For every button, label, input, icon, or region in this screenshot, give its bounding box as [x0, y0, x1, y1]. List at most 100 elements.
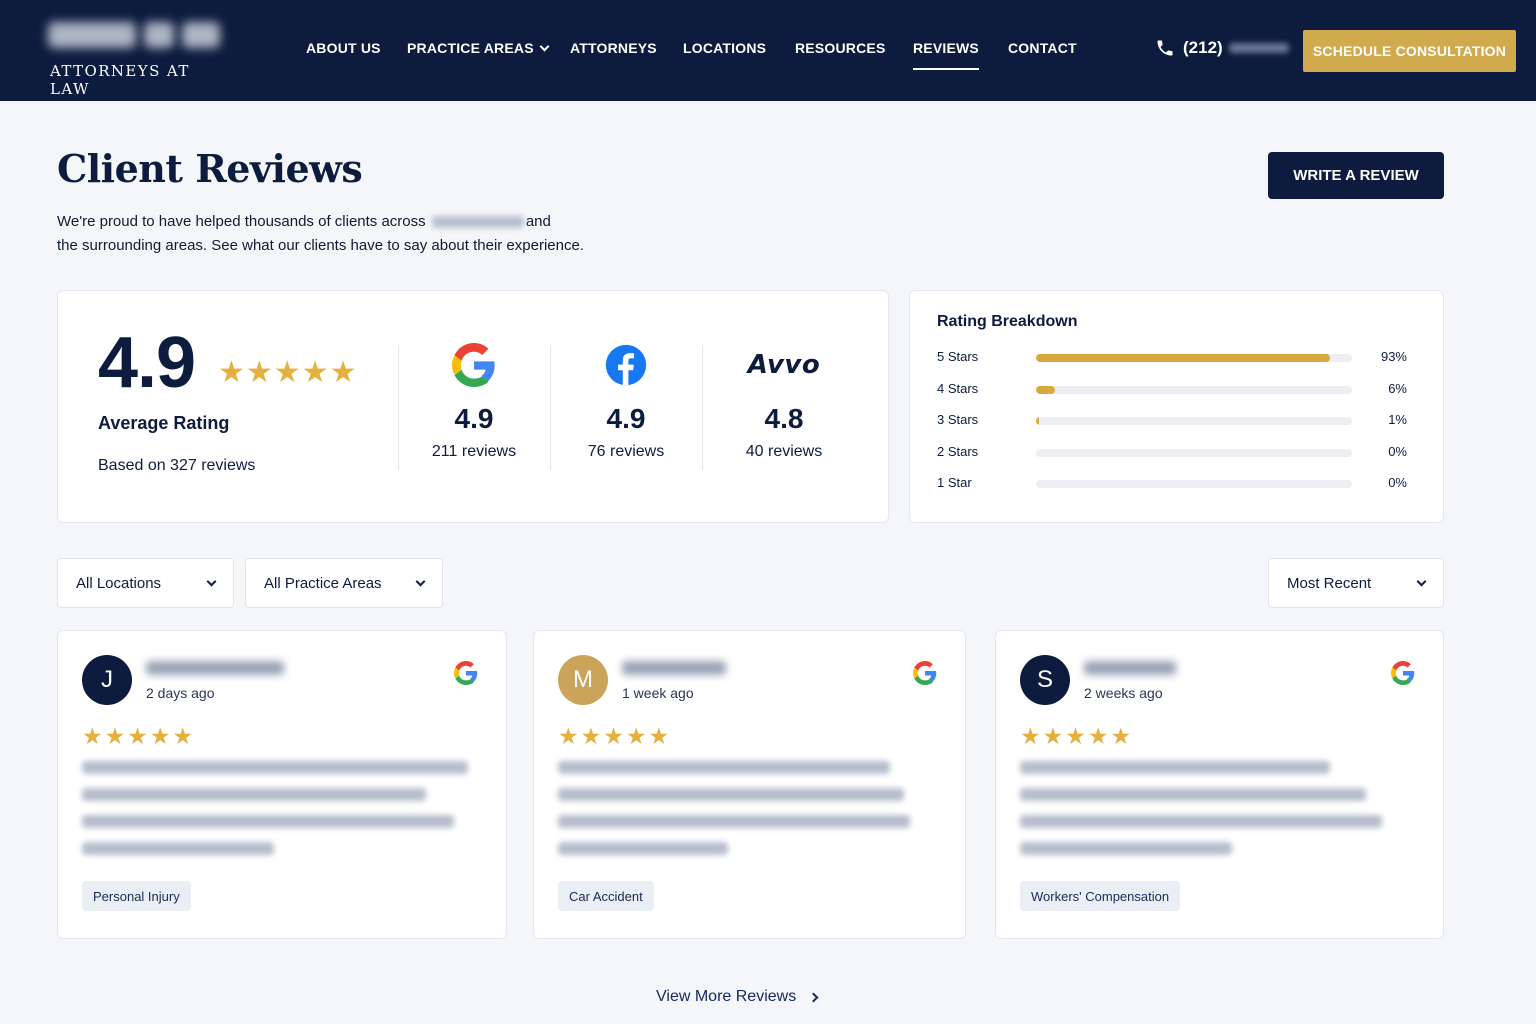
breakdown-bar-fill: [1036, 385, 1055, 394]
review-card[interactable]: J 2 days ago ★★★★★ Personal Injury: [57, 630, 507, 939]
platform-facebook[interactable]: 4.9 76 reviews: [550, 341, 702, 461]
google-logo-icon: [452, 343, 495, 387]
breakdown-label: 2 Stars: [937, 443, 979, 459]
firm-logo[interactable]: ATTORNEYS AT LAW: [44, 18, 234, 98]
nav-contact[interactable]: CONTACT: [1008, 40, 1077, 56]
chevron-down-icon: [206, 576, 217, 587]
divider: [702, 345, 703, 470]
review-text-redacted: [1020, 761, 1382, 869]
location-redacted: [431, 216, 524, 229]
review-stars: ★★★★★: [82, 723, 196, 749]
breakdown-label: 5 Stars: [937, 349, 979, 364]
google-review-count: 211 reviews: [431, 443, 517, 460]
breakdown-title: Rating Breakdown: [937, 313, 1078, 330]
practice-area-tag[interactable]: Workers' Compensation: [1020, 881, 1181, 911]
nav-attorneys[interactable]: ATTORNEYS: [570, 40, 657, 56]
google-source-icon: [1391, 661, 1415, 685]
reviewer-avatar: S: [1020, 655, 1070, 705]
page-title: Client Reviews: [57, 146, 363, 191]
nav-locations[interactable]: LOCATIONS: [683, 40, 766, 56]
site-header: ATTORNEYS AT LAW ABOUT US PRACTICE AREAS…: [0, 0, 1536, 101]
nav-practice-areas[interactable]: PRACTICE AREAS: [407, 40, 550, 56]
logo-tagline: ATTORNEYS AT LAW: [50, 62, 190, 98]
google-rating: 4.9: [454, 403, 494, 434]
google-source-icon: [913, 661, 937, 685]
breakdown-row: 4 Stars 6%: [937, 381, 1407, 399]
reviewer-avatar: J: [82, 655, 132, 705]
total-review-count: Based on 327 reviews: [98, 457, 256, 474]
google-source-icon: [454, 661, 478, 685]
review-text-redacted: [558, 761, 910, 869]
breakdown-bar-track: [1036, 480, 1352, 488]
breakdown-bar-track: [1036, 417, 1352, 425]
reviewer-name-redacted: [1084, 661, 1176, 675]
reviewer-name-redacted: [622, 661, 726, 675]
review-stars: ★★★★★: [1020, 723, 1134, 749]
phone-icon: [1157, 40, 1173, 56]
review-card[interactable]: M 1 week ago ★★★★★ Car Accident: [533, 630, 966, 939]
chevron-down-icon: [539, 41, 550, 52]
schedule-consultation-button[interactable]: SCHEDULE CONSULTATION: [1303, 30, 1516, 72]
location-filter-value: All Locations: [76, 574, 162, 592]
chevron-down-icon: [415, 576, 426, 587]
phone-link[interactable]: (212): [1155, 38, 1289, 58]
review-card[interactable]: S 2 weeks ago ★★★★★ Workers' Compensatio…: [995, 630, 1444, 939]
breakdown-label: 3 Stars: [937, 412, 979, 427]
average-rating-label: Average Rating: [98, 413, 230, 433]
view-more-label: View More Reviews: [656, 988, 797, 1005]
breakdown-bar-fill: [1036, 354, 1330, 362]
rating-breakdown-card: Rating Breakdown 5 Stars 93% 4 Stars 6% 3 St…: [909, 290, 1444, 523]
nav-practice-areas-label: PRACTICE AREAS: [407, 40, 534, 56]
avvo-rating: 4.8: [764, 403, 804, 434]
breakdown-label: 4 Stars: [937, 380, 979, 396]
breakdown-bar-track: [1036, 385, 1352, 394]
breakdown-row: 1 Star 0%: [937, 475, 1407, 493]
practice-area-tag[interactable]: Personal Injury: [82, 881, 191, 911]
intro-text-b: and: [525, 213, 551, 230]
breakdown-percent: 1%: [1388, 412, 1407, 427]
firm-name-redacted: [44, 18, 224, 52]
average-rating-value: 4.9: [98, 323, 196, 403]
phone-number-redacted: [1228, 43, 1289, 53]
platform-avvo[interactable]: Avvo 4.8 40 reviews: [708, 341, 860, 461]
facebook-review-count: 76 reviews: [587, 443, 665, 460]
nav-reviews[interactable]: REVIEWS: [913, 40, 979, 70]
sort-select[interactable]: Most Recent: [1268, 558, 1444, 608]
intro-text-c: the surrounding areas. See what our clie…: [57, 237, 584, 254]
review-date: 2 weeks ago: [1084, 685, 1163, 701]
platform-google[interactable]: 4.9 211 reviews: [398, 341, 550, 461]
review-stars: ★★★★★: [558, 723, 672, 749]
chevron-right-icon: [808, 992, 819, 1002]
breakdown-bar-track: [1036, 354, 1352, 362]
breakdown-bar-fill: [1036, 417, 1040, 425]
breakdown-row: 3 Stars 1%: [937, 412, 1407, 430]
write-review-button[interactable]: WRITE A REVIEW: [1268, 152, 1444, 199]
page-intro: We're proud to have helped thousands of …: [57, 210, 677, 258]
nav-about-us[interactable]: ABOUT US: [306, 40, 381, 56]
facebook-rating: 4.9: [606, 403, 646, 434]
practice-area-tag[interactable]: Car Accident: [558, 881, 654, 911]
view-more-reviews-link[interactable]: View More Reviews: [656, 988, 819, 1006]
breakdown-bar-track: [1036, 448, 1352, 457]
breakdown-percent: 0%: [1388, 475, 1407, 490]
review-text-redacted: [82, 761, 468, 869]
rating-summary-card: 4.9 ★★★★★ Average Rating Based on 327 re…: [57, 290, 889, 523]
avvo-review-count: 40 reviews: [745, 443, 823, 460]
sort-value: Most Recent: [1287, 574, 1372, 592]
avvo-logo: Avvo: [747, 350, 821, 380]
nav-resources[interactable]: RESOURCES: [795, 40, 885, 56]
phone-prefix: (212): [1183, 38, 1223, 57]
reviewer-avatar: M: [558, 655, 608, 705]
practice-area-filter-select[interactable]: All Practice Areas: [245, 558, 443, 608]
average-rating-stars: ★★★★★: [218, 356, 358, 389]
chevron-down-icon: [1416, 576, 1427, 587]
review-date: 1 week ago: [622, 685, 694, 701]
practice-area-filter-value: All Practice Areas: [264, 574, 382, 592]
location-filter-select[interactable]: All Locations: [57, 558, 234, 608]
breakdown-row: 2 Stars 0%: [937, 444, 1407, 462]
intro-text-a: We're proud to have helped thousands of …: [57, 213, 426, 230]
breakdown-row: 5 Stars 93%: [937, 349, 1407, 367]
facebook-logo-icon: [605, 344, 647, 386]
breakdown-percent: 93%: [1380, 349, 1407, 364]
breakdown-label: 1 Star: [937, 475, 972, 490]
